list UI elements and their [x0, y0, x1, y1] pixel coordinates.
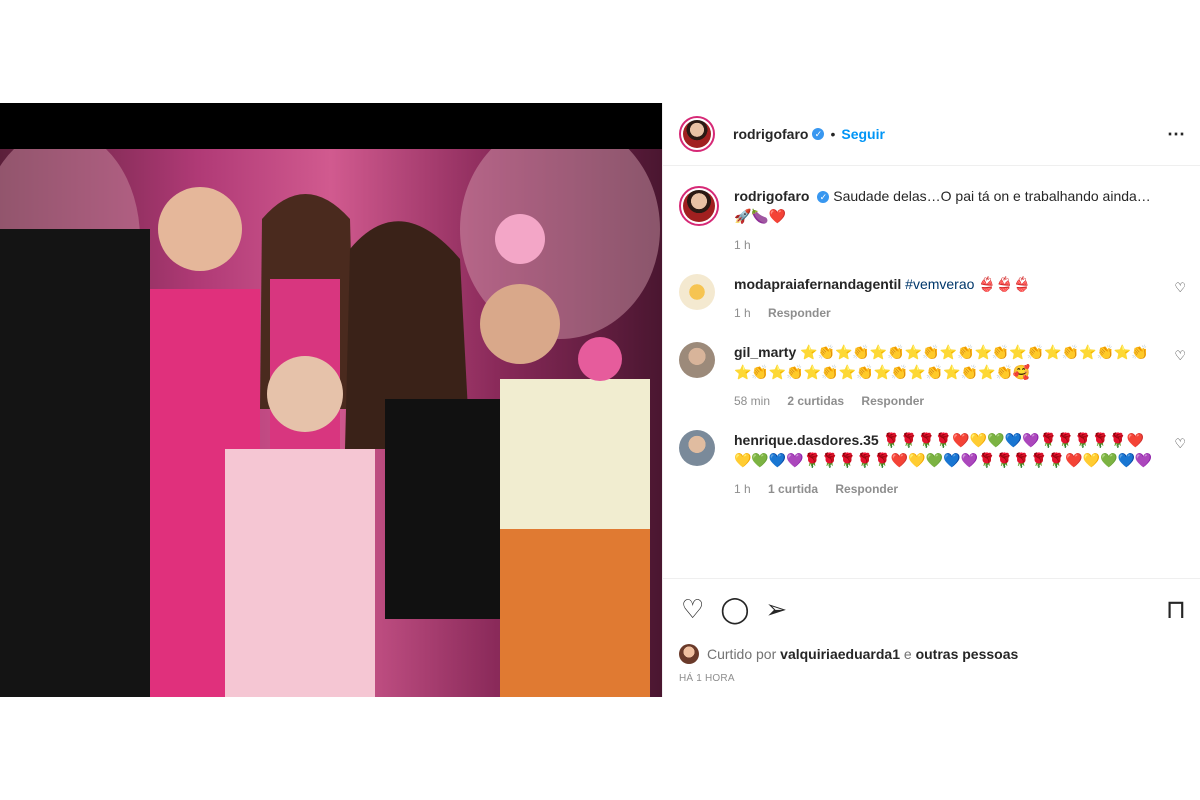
comment-hashtag[interactable]: #vemverao — [905, 276, 974, 292]
comment-like-icon[interactable]: ♡ — [1174, 436, 1186, 452]
comment-row: modapraiafernandagentil #vemverao 👙👙👙 1 … — [679, 274, 1186, 320]
caption-username[interactable]: rodrigofaro — [734, 188, 809, 204]
caption-row: rodrigofaro ✓ Saudade delas…O pai tá on … — [679, 186, 1186, 252]
likes-others-link[interactable]: outras pessoas — [916, 646, 1019, 662]
likes-summary: Curtido por valquiriaeduarda1 e outras p… — [663, 639, 1200, 669]
verified-badge-icon: ✓ — [817, 191, 830, 204]
share-send-icon[interactable]: ➢ — [765, 594, 787, 625]
commenter-avatar[interactable] — [679, 342, 715, 378]
comment-likes-count[interactable]: 2 curtidas — [787, 394, 844, 408]
caption-body: rodrigofaro ✓ Saudade delas…O pai tá on … — [734, 186, 1186, 252]
comment-body: gil_marty ⭐👏⭐👏⭐👏⭐👏⭐👏⭐👏⭐👏⭐👏⭐👏⭐👏⭐👏⭐👏⭐👏⭐👏⭐👏… — [734, 342, 1186, 408]
comment-text-block: gil_marty ⭐👏⭐👏⭐👏⭐👏⭐👏⭐👏⭐👏⭐👏⭐👏⭐👏⭐👏⭐👏⭐👏⭐👏⭐👏… — [734, 342, 1158, 382]
commenter-avatar[interactable] — [679, 274, 715, 310]
reply-button[interactable]: Responder — [768, 306, 831, 320]
save-bookmark-icon[interactable]: ⊓ — [1166, 594, 1186, 625]
post-actions-bar: ♡ ◯ ➢ ⊓ — [663, 578, 1200, 639]
photo-illustration — [0, 149, 660, 697]
likes-prefix: Curtido por — [707, 646, 777, 662]
comment-text: 👙👙👙 — [978, 276, 1031, 292]
author-avatar[interactable] — [679, 116, 715, 152]
comment-row: gil_marty ⭐👏⭐👏⭐👏⭐👏⭐👏⭐👏⭐👏⭐👏⭐👏⭐👏⭐👏⭐👏⭐👏⭐👏⭐👏… — [679, 342, 1186, 408]
comment-body: henrique.dasdores.35 🌹🌹🌹🌹❤️💛💚💙💜🌹🌹🌹🌹🌹❤️💛💚… — [734, 430, 1186, 496]
post-timestamp[interactable]: HÁ 1 HORA — [663, 669, 1200, 697]
commenter-avatar[interactable] — [679, 430, 715, 466]
comment-text-block: henrique.dasdores.35 🌹🌹🌹🌹❤️💛💚💙💜🌹🌹🌹🌹🌹❤️💛💚… — [734, 430, 1158, 470]
comments-list[interactable]: rodrigofaro ✓ Saudade delas…O pai tá on … — [663, 166, 1200, 578]
reply-button[interactable]: Responder — [861, 394, 924, 408]
post-media[interactable] — [0, 103, 662, 697]
comment-time[interactable]: 58 min — [734, 394, 770, 408]
comment-likes-count[interactable]: 1 curtida — [768, 482, 818, 496]
comment-like-icon[interactable]: ♡ — [1174, 348, 1186, 364]
reply-button[interactable]: Responder — [835, 482, 898, 496]
verified-badge-icon: ✓ — [812, 128, 825, 140]
more-options-icon[interactable]: ⋯ — [1167, 124, 1186, 145]
post-header: rodrigofaro ✓ • Seguir ⋯ — [663, 103, 1200, 166]
liker-avatar[interactable] — [679, 644, 699, 664]
caption-text-block: rodrigofaro ✓ Saudade delas…O pai tá on … — [734, 186, 1158, 226]
comment-username[interactable]: henrique.dasdores.35 — [734, 432, 879, 448]
comment-like-icon[interactable]: ♡ — [1174, 280, 1186, 296]
comment-time[interactable]: 1 h — [734, 482, 751, 496]
separator-dot: • — [830, 126, 836, 142]
caption-author-avatar[interactable] — [679, 186, 719, 226]
liker-username[interactable]: valquiriaeduarda1 — [780, 646, 900, 662]
caption-meta: 1 h — [734, 238, 1158, 252]
author-username[interactable]: rodrigofaro — [733, 126, 808, 142]
like-heart-icon[interactable]: ♡ — [681, 594, 704, 625]
comment-row: henrique.dasdores.35 🌹🌹🌹🌹❤️💛💚💙💜🌹🌹🌹🌹🌹❤️💛💚… — [679, 430, 1186, 496]
post-dialog: rodrigofaro ✓ • Seguir ⋯ rodrigofaro ✓ S… — [0, 103, 1200, 697]
comment-meta: 1 h 1 curtida Responder — [734, 482, 1158, 496]
post-photo[interactable] — [0, 149, 662, 697]
comment-time[interactable]: 1 h — [734, 306, 751, 320]
comment-meta: 1 h Responder — [734, 306, 1158, 320]
comment-text: ⭐👏⭐👏⭐👏⭐👏⭐👏⭐👏⭐👏⭐👏⭐👏⭐👏⭐👏⭐👏⭐👏⭐👏⭐👏⭐👏⭐👏⭐👏🥰 — [734, 344, 1149, 380]
comment-text-block: modapraiafernandagentil #vemverao 👙👙👙 — [734, 274, 1158, 294]
comment-body: modapraiafernandagentil #vemverao 👙👙👙 1 … — [734, 274, 1186, 320]
follow-button[interactable]: Seguir — [841, 126, 885, 142]
comment-username[interactable]: modapraiafernandagentil — [734, 276, 901, 292]
comment-username[interactable]: gil_marty — [734, 344, 796, 360]
comment-meta: 58 min 2 curtidas Responder — [734, 394, 1158, 408]
post-sidebar: rodrigofaro ✓ • Seguir ⋯ rodrigofaro ✓ S… — [662, 103, 1200, 697]
caption-time[interactable]: 1 h — [734, 238, 751, 252]
likes-middle: e — [903, 646, 912, 662]
comment-bubble-icon[interactable]: ◯ — [720, 594, 749, 625]
